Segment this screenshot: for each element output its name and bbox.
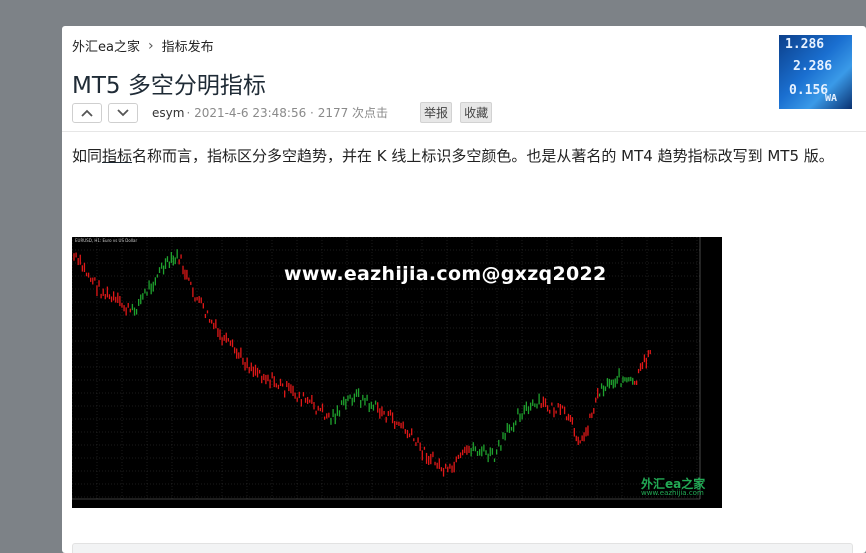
topic-header: 外汇ea之家 › 指标发布 MT5 多空分明指标 esym · 2021-4-6… xyxy=(62,26,866,132)
chart-header-text: EURUSD, H1: Euro vs US Dollar xyxy=(75,238,138,243)
indicator-link[interactable]: 指标 xyxy=(102,147,132,165)
post-date-and-views: · 2021-4-6 23:48:56 · 2177 次点击 xyxy=(186,106,389,120)
watermark-text: www.eazhijia.com@gxzq2022 xyxy=(284,263,607,285)
favorite-button[interactable]: 收藏 xyxy=(460,102,493,123)
thumbnail-number: 0.156 xyxy=(789,83,829,98)
breadcrumb-category-link[interactable]: 指标发布 xyxy=(162,36,214,55)
logo-subtext: www.eazhijia.com xyxy=(641,489,704,497)
breadcrumb-separator: › xyxy=(147,37,154,54)
topic-thumbnail: 1.286 2.286 0.156 WA xyxy=(779,35,852,109)
topic-card: 外汇ea之家 › 指标发布 MT5 多空分明指标 esym · 2021-4-6… xyxy=(62,26,866,553)
indicator-screenshot: EURUSD, H1: Euro vs US Dollar www.eazhij… xyxy=(72,237,722,508)
report-button[interactable]: 举报 xyxy=(420,102,453,123)
breadcrumb: 外汇ea之家 › 指标发布 xyxy=(72,36,214,56)
thumbnail-number: WA xyxy=(825,93,838,104)
chevron-down-icon xyxy=(117,108,129,116)
post-meta: esym · 2021-4-6 23:48:56 · 2177 次点击 举报 收… xyxy=(72,102,493,123)
post-body: 如同指标名称而言，指标区分多空趋势，并在 K 线上标识多空颜色。也是从著名的 M… xyxy=(72,143,862,169)
chevron-up-icon xyxy=(81,109,93,117)
reply-box xyxy=(72,543,853,553)
downvote-button[interactable] xyxy=(108,102,138,123)
intro-text-rest: 名称而言，指标区分多空趋势，并在 K 线上标识多空颜色。也是从著名的 MT4 趋… xyxy=(132,147,834,165)
thumbnail-number: 1.286 xyxy=(785,37,825,52)
breadcrumb-site-link[interactable]: 外汇ea之家 xyxy=(72,36,140,55)
page-title: MT5 多空分明指标 xyxy=(72,73,266,99)
author-link[interactable]: esym xyxy=(152,106,184,120)
intro-text: 如同 xyxy=(72,147,103,165)
upvote-button[interactable] xyxy=(72,102,102,123)
thumbnail-number: 2.286 xyxy=(793,59,833,74)
